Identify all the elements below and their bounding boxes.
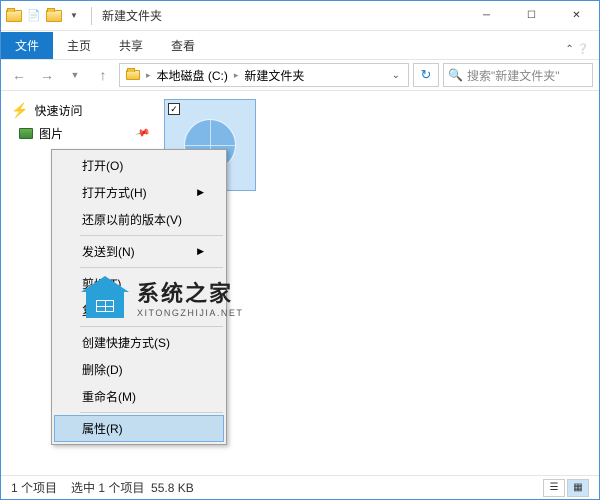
- chevron-right-icon: ▶: [197, 187, 204, 198]
- ctx-restore[interactable]: 还原以前的版本(V): [54, 206, 224, 233]
- watermark-en: XITONGZHIJIA.NET: [137, 308, 243, 318]
- ctx-send-to[interactable]: 发送到(N)▶: [54, 238, 224, 265]
- sidebar-item-label: 图片: [39, 125, 63, 142]
- nav-arrows: ← → ▼ ↑: [7, 63, 115, 87]
- tab-file[interactable]: 文件: [1, 32, 53, 59]
- statusbar: 1 个项目 选中 1 个项目 55.8 KB ☰ ▦: [1, 475, 599, 499]
- address-bar[interactable]: ▸ 本地磁盘 (C:) ▸ 新建文件夹 ⌄: [119, 63, 409, 87]
- pin-icon: 📌: [134, 126, 150, 142]
- sidebar-item-quick-access[interactable]: ⚡ 快速访问: [1, 99, 156, 122]
- minimize-button[interactable]: ─: [464, 1, 509, 30]
- quick-launch: 📄 ▼: [1, 7, 87, 25]
- status-count: 1 个项目: [11, 479, 57, 496]
- watermark-cn: 系统之家: [137, 276, 243, 308]
- ctx-rename[interactable]: 重命名(M): [54, 383, 224, 410]
- watermark-logo-icon: [81, 276, 129, 318]
- chevron-right-icon: ▶: [197, 246, 204, 257]
- separator: [80, 412, 223, 413]
- sidebar-item-label: 快速访问: [34, 102, 82, 119]
- ctx-open-with[interactable]: 打开方式(H)▶: [54, 179, 224, 206]
- history-dropdown[interactable]: ▼: [63, 63, 87, 87]
- status-selected: 选中 1 个项目 55.8 KB: [71, 479, 194, 496]
- titlebar: 📄 ▼ 新建文件夹 ─ ☐ ✕: [1, 1, 599, 31]
- ql-dropdown-icon[interactable]: ▼: [65, 7, 83, 25]
- view-icons-button[interactable]: ▦: [567, 479, 589, 497]
- sidebar-item-pictures[interactable]: 图片 📌: [1, 122, 156, 145]
- ql-new-folder-icon[interactable]: [45, 7, 63, 25]
- close-button[interactable]: ✕: [554, 1, 599, 30]
- ctx-properties[interactable]: 属性(R): [54, 415, 224, 442]
- ctx-delete[interactable]: 删除(D): [54, 356, 224, 383]
- tab-home[interactable]: 主页: [53, 32, 105, 59]
- watermark: 系统之家 XITONGZHIJIA.NET: [81, 276, 243, 318]
- window-controls: ─ ☐ ✕: [464, 1, 599, 30]
- up-button[interactable]: ↑: [91, 63, 115, 87]
- divider: [91, 7, 92, 25]
- separator: [80, 267, 223, 268]
- app-icon: [5, 7, 23, 25]
- ctx-open[interactable]: 打开(O): [54, 152, 224, 179]
- refresh-button[interactable]: ↻: [413, 63, 439, 87]
- file-checkbox[interactable]: ✓: [168, 103, 180, 115]
- search-icon: 🔍: [448, 68, 463, 82]
- crumb-drive-icon: [122, 68, 144, 82]
- ribbon-tabs: 文件 主页 共享 查看 ⌃ ❔: [1, 31, 599, 59]
- window-title: 新建文件夹: [102, 7, 162, 24]
- crumb-folder[interactable]: 新建文件夹: [240, 65, 308, 86]
- pictures-icon: [19, 128, 33, 139]
- search-placeholder: 搜索"新建文件夹": [467, 67, 560, 84]
- ribbon-toggle-icon[interactable]: ⌃ ❔: [555, 40, 599, 59]
- separator: [80, 235, 223, 236]
- crumb-drive[interactable]: 本地磁盘 (C:): [153, 65, 232, 86]
- ctx-shortcut[interactable]: 创建快捷方式(S): [54, 329, 224, 356]
- back-button[interactable]: ←: [7, 63, 31, 87]
- view-details-button[interactable]: ☰: [543, 479, 565, 497]
- search-input[interactable]: 🔍 搜索"新建文件夹": [443, 63, 593, 87]
- chevron-right-icon[interactable]: ▸: [144, 70, 153, 81]
- view-switcher: ☰ ▦: [543, 479, 589, 497]
- bolt-icon: ⚡: [11, 102, 28, 119]
- tab-view[interactable]: 查看: [157, 32, 209, 59]
- tab-share[interactable]: 共享: [105, 32, 157, 59]
- maximize-button[interactable]: ☐: [509, 1, 554, 30]
- separator: [80, 326, 223, 327]
- address-row: ← → ▼ ↑ ▸ 本地磁盘 (C:) ▸ 新建文件夹 ⌄ ↻ 🔍 搜索"新建文…: [1, 59, 599, 91]
- chevron-right-icon[interactable]: ▸: [232, 70, 241, 81]
- address-dropdown-icon[interactable]: ⌄: [386, 70, 406, 81]
- ql-properties-icon[interactable]: 📄: [25, 7, 43, 25]
- forward-button[interactable]: →: [35, 63, 59, 87]
